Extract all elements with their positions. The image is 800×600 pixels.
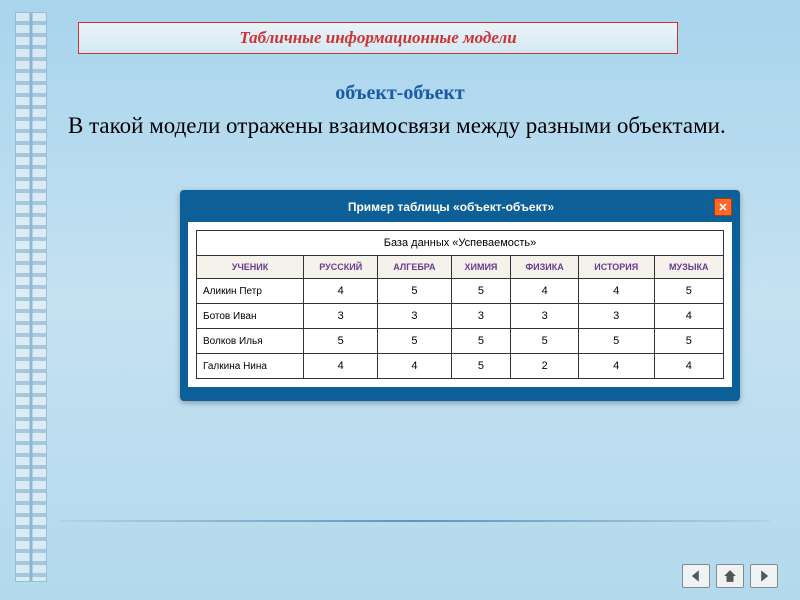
grade-cell: 4 (578, 354, 654, 379)
col-header: УЧЕНИК (197, 256, 304, 279)
slide-nav (682, 564, 778, 588)
grade-cell: 5 (378, 329, 451, 354)
arrow-left-icon (689, 569, 703, 583)
grade-cell: 2 (511, 354, 579, 379)
table-row: Волков Илья 5 5 5 5 5 5 (197, 329, 724, 354)
title-bar-text: Табличные информационные модели (239, 28, 516, 48)
grade-cell: 4 (654, 354, 723, 379)
grade-cell: 4 (511, 279, 579, 304)
body-paragraph: В такой модели отражены взаимосвязи межд… (68, 112, 728, 141)
grade-cell: 5 (451, 354, 511, 379)
grade-cell: 5 (451, 329, 511, 354)
grade-cell: 5 (378, 279, 451, 304)
close-icon[interactable]: ✕ (714, 198, 732, 216)
grade-cell: 5 (654, 279, 723, 304)
grade-cell: 4 (578, 279, 654, 304)
student-name: Волков Илья (197, 329, 304, 354)
section-subtitle: объект-объект (0, 82, 800, 105)
table-row: Галкина Нина 4 4 5 2 4 4 (197, 354, 724, 379)
col-header: ИСТОРИЯ (578, 256, 654, 279)
example-table-window: Пример таблицы «объект-объект» ✕ База да… (180, 190, 740, 401)
separator-line (60, 520, 770, 522)
col-header: АЛГЕБРА (378, 256, 451, 279)
db-title: База данных «Успеваемость» (197, 231, 724, 256)
grades-table: База данных «Успеваемость» УЧЕНИК РУССКИ… (196, 230, 724, 379)
grade-cell: 3 (304, 304, 378, 329)
grade-cell: 5 (304, 329, 378, 354)
col-header: РУССКИЙ (304, 256, 378, 279)
next-button[interactable] (750, 564, 778, 588)
grade-cell: 4 (378, 354, 451, 379)
title-bar: Табличные информационные модели (78, 22, 678, 54)
col-header: ФИЗИКА (511, 256, 579, 279)
student-name: Ботов Иван (197, 304, 304, 329)
window-header: Пример таблицы «объект-объект» ✕ (188, 196, 732, 222)
window-title: Пример таблицы «объект-объект» (188, 200, 714, 214)
home-button[interactable] (716, 564, 744, 588)
grade-cell: 4 (304, 279, 378, 304)
prev-button[interactable] (682, 564, 710, 588)
arrow-right-icon (757, 569, 771, 583)
grade-cell: 5 (578, 329, 654, 354)
table-row: Аликин Петр 4 5 5 4 4 5 (197, 279, 724, 304)
grade-cell: 5 (654, 329, 723, 354)
grade-cell: 3 (511, 304, 579, 329)
col-header: МУЗЫКА (654, 256, 723, 279)
grade-cell: 4 (304, 354, 378, 379)
student-name: Аликин Петр (197, 279, 304, 304)
window-body: База данных «Успеваемость» УЧЕНИК РУССКИ… (188, 222, 732, 387)
grade-cell: 3 (378, 304, 451, 329)
grade-cell: 5 (451, 279, 511, 304)
grade-cell: 5 (511, 329, 579, 354)
col-header: ХИМИЯ (451, 256, 511, 279)
grade-cell: 3 (578, 304, 654, 329)
student-name: Галкина Нина (197, 354, 304, 379)
grade-cell: 4 (654, 304, 723, 329)
grade-cell: 3 (451, 304, 511, 329)
table-row: Ботов Иван 3 3 3 3 3 4 (197, 304, 724, 329)
home-icon (723, 569, 737, 583)
table-header-row: УЧЕНИК РУССКИЙ АЛГЕБРА ХИМИЯ ФИЗИКА ИСТО… (197, 256, 724, 279)
